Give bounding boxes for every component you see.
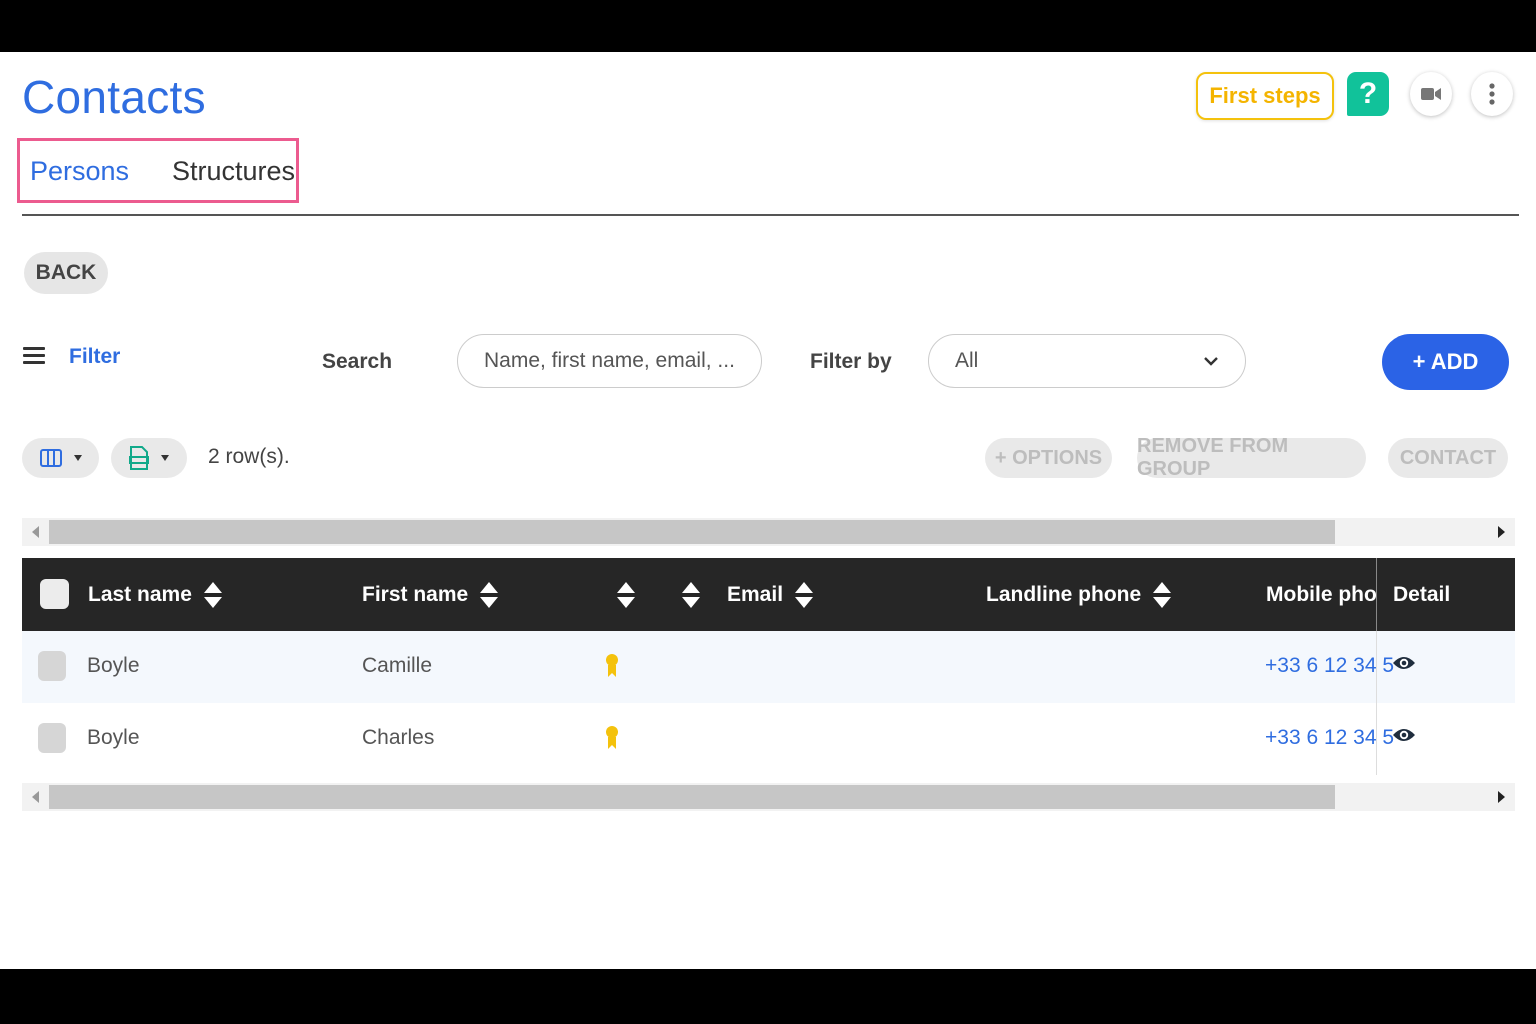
- cell-mobile-phone[interactable]: +33 6 12 34 5: [1265, 726, 1394, 750]
- scroll-left-icon[interactable]: [32, 791, 39, 803]
- filter-link[interactable]: Filter: [69, 345, 120, 369]
- column-landline-phone[interactable]: Landline phone: [986, 558, 1172, 631]
- more-menu-button[interactable]: [1471, 72, 1513, 116]
- table-row[interactable]: Boyle Charles +33 6 12 34 5: [22, 703, 1515, 775]
- cell-first-name: Charles: [362, 726, 435, 749]
- select-all-checkbox[interactable]: [40, 579, 69, 609]
- help-icon: ?: [1358, 77, 1378, 110]
- sort-icon[interactable]: [617, 581, 635, 608]
- eye-icon[interactable]: [1392, 655, 1416, 671]
- export-button[interactable]: [111, 438, 187, 478]
- sort-icon[interactable]: [1153, 581, 1172, 608]
- search-input[interactable]: [457, 334, 762, 388]
- columns-button[interactable]: [22, 438, 99, 478]
- cell-last-name: Boyle: [87, 726, 140, 749]
- filter-by-select[interactable]: All: [928, 334, 1246, 388]
- rows-count: 2 row(s).: [208, 445, 290, 468]
- search-label: Search: [322, 350, 393, 373]
- award-badge-icon: [606, 654, 618, 677]
- options-button[interactable]: + OPTIONS: [985, 438, 1112, 478]
- table-row[interactable]: Boyle Camille +33 6 12 34 5: [22, 631, 1515, 703]
- sort-icon[interactable]: [795, 581, 814, 608]
- contacts-page: Contacts First steps ? Persons Structure…: [0, 52, 1536, 969]
- eye-icon[interactable]: [1392, 727, 1416, 743]
- add-button[interactable]: + ADD: [1382, 334, 1509, 390]
- row-checkbox[interactable]: [38, 651, 66, 681]
- chevron-down-icon: [1204, 357, 1218, 366]
- bottom-horizontal-scrollbar[interactable]: [22, 783, 1515, 811]
- table-header: Last name First name Email Landline phon…: [22, 558, 1515, 631]
- contact-button[interactable]: CONTACT: [1388, 438, 1508, 478]
- cell-first-name: Camille: [362, 654, 433, 677]
- column-badge[interactable]: [605, 558, 635, 631]
- column-divider: [1376, 703, 1377, 775]
- column-divider: [1376, 631, 1377, 703]
- cell-mobile-phone[interactable]: +33 6 12 34 5: [1265, 654, 1394, 678]
- columns-icon: [39, 449, 62, 467]
- column-last-name[interactable]: Last name: [88, 558, 222, 631]
- tab-persons[interactable]: Persons: [30, 156, 129, 187]
- sort-icon[interactable]: [682, 581, 700, 608]
- more-vertical-icon: [1489, 83, 1495, 105]
- filter-by-value: All: [955, 349, 979, 372]
- top-horizontal-scrollbar[interactable]: [22, 518, 1515, 546]
- export-file-icon: [129, 446, 149, 470]
- first-steps-button[interactable]: First steps: [1196, 72, 1334, 120]
- column-mobile-phone[interactable]: Mobile phone: [1266, 558, 1376, 631]
- caret-down-icon: [73, 455, 82, 461]
- page-title: Contacts: [22, 71, 206, 123]
- award-badge-icon: [606, 726, 618, 749]
- menu-icon[interactable]: [23, 347, 45, 365]
- scroll-right-icon[interactable]: [1498, 791, 1505, 803]
- column-detail: Detail: [1393, 582, 1451, 606]
- sort-icon[interactable]: [203, 581, 222, 608]
- scroll-right-icon[interactable]: [1498, 526, 1505, 538]
- column-divider: [1376, 558, 1377, 631]
- back-button[interactable]: BACK: [24, 252, 108, 294]
- remove-from-group-button[interactable]: REMOVE FROM GROUP: [1137, 435, 1366, 480]
- video-camera-icon: [1421, 88, 1441, 100]
- help-button[interactable]: ?: [1347, 72, 1389, 116]
- scrollbar-thumb[interactable]: [49, 520, 1335, 544]
- cell-last-name: Boyle: [87, 654, 140, 677]
- column-first-name[interactable]: First name: [362, 558, 499, 631]
- tab-structures[interactable]: Structures: [172, 156, 295, 187]
- filter-by-label: Filter by: [810, 350, 892, 373]
- scroll-left-icon[interactable]: [32, 526, 39, 538]
- tabs-divider: [22, 214, 1519, 216]
- caret-down-icon: [161, 455, 169, 461]
- video-button[interactable]: [1410, 72, 1452, 116]
- sort-icon[interactable]: [480, 581, 499, 608]
- row-checkbox[interactable]: [38, 723, 66, 753]
- scrollbar-thumb[interactable]: [49, 785, 1335, 809]
- column-unnamed[interactable]: [670, 558, 700, 631]
- column-email[interactable]: Email: [727, 558, 814, 631]
